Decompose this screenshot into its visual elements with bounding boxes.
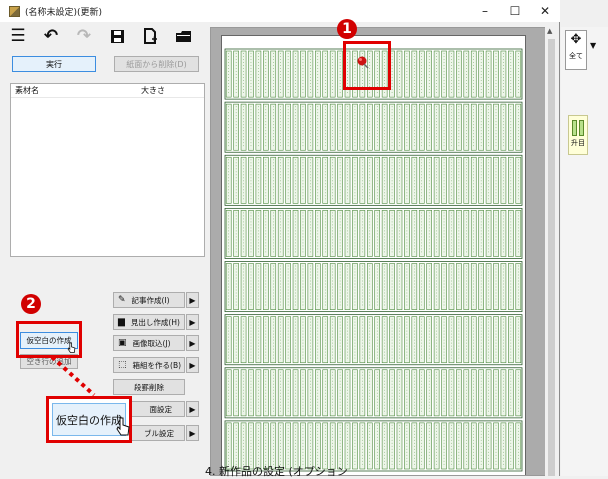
table-settings-arrow[interactable]: ▶ — [186, 425, 199, 441]
close-button[interactable]: ✕ — [530, 0, 560, 22]
scrollbar-thumb[interactable] — [548, 39, 555, 476]
window-title: (名称未設定)(更新) — [25, 7, 103, 18]
redo-icon[interactable]: ↷ — [74, 26, 94, 46]
small-cursor-icon — [67, 342, 76, 357]
select-all-button[interactable]: ✥ 全て — [565, 30, 587, 70]
toolbar: ☰ ↶ ↷ — [8, 26, 193, 46]
background-document-text: 4. 新作品の設定 (オプション — [205, 465, 348, 478]
column-icon — [569, 120, 587, 136]
manuscript-grid — [224, 48, 523, 472]
mouse-cursor-icon — [115, 417, 131, 442]
folder-icon[interactable] — [173, 26, 193, 46]
create-article-button[interactable]: ✎ 記事作成(I) — [113, 292, 185, 308]
callout-dotted-line — [50, 355, 96, 397]
create-box-arrow[interactable]: ▶ — [186, 357, 199, 373]
vertical-scrollbar[interactable]: ▲ — [545, 27, 558, 476]
pencil-icon: ✎ — [118, 295, 126, 305]
app-icon — [9, 5, 20, 17]
create-heading-label: 見出し作成(H) — [130, 317, 180, 327]
right-panel: ✥ 全て ▼ 升目 — [561, 27, 608, 476]
create-box-button[interactable]: ⬚ 箱組を作る(B) — [113, 357, 185, 373]
create-heading-button[interactable]: ▆ 見出し作成(H) — [113, 314, 185, 330]
scroll-up-icon[interactable]: ▲ — [547, 27, 552, 35]
material-list[interactable]: 素材名 大きさ — [10, 83, 205, 257]
import-image-arrow[interactable]: ▶ — [186, 335, 199, 351]
newspaper-page[interactable] — [221, 35, 526, 475]
run-button[interactable]: 実行 — [12, 56, 96, 72]
create-heading-arrow[interactable]: ▶ — [186, 314, 199, 330]
page-settings-arrow[interactable]: ▶ — [186, 401, 199, 417]
box-icon: ⬚ — [118, 360, 127, 370]
save-icon[interactable] — [107, 26, 127, 46]
column-grid-label: 升目 — [571, 139, 585, 147]
callout-badge-1: 1 — [337, 19, 357, 39]
maximize-button[interactable]: ☐ — [500, 0, 530, 22]
create-article-label: 記事作成(I) — [131, 295, 170, 305]
undo-icon[interactable]: ↶ — [41, 26, 61, 46]
page-canvas[interactable] — [210, 27, 556, 476]
select-all-label: 全て — [569, 52, 583, 60]
remove-from-page-button[interactable]: 紙面から削除(D) — [114, 56, 199, 72]
col-size[interactable]: 大きさ — [141, 85, 165, 96]
import-image-button[interactable]: ▣ 画像取込(J) — [113, 335, 185, 351]
pushpin-icon — [356, 56, 369, 69]
minimize-button[interactable]: – — [470, 0, 500, 22]
create-article-arrow[interactable]: ▶ — [186, 292, 199, 308]
col-material-name[interactable]: 素材名 — [11, 85, 141, 96]
move-icon: ✥ — [570, 32, 582, 47]
material-list-header: 素材名 大きさ — [11, 84, 204, 98]
new-page-icon[interactable] — [140, 26, 160, 46]
menu-icon[interactable]: ☰ — [8, 26, 28, 46]
create-box-label: 箱組を作る(B) — [132, 360, 182, 370]
window-controls: – ☐ ✕ — [470, 0, 560, 22]
dropdown-chevron-icon[interactable]: ▼ — [590, 41, 596, 50]
delete-column-rule-button[interactable]: 段罫削除 — [113, 379, 185, 395]
import-image-label: 画像取込(J) — [132, 338, 171, 348]
camera-icon: ▣ — [118, 338, 127, 348]
heading-icon: ▆ — [118, 317, 125, 327]
title-bar: (名称未設定)(更新) – ☐ ✕ — [0, 0, 560, 22]
column-grid-button[interactable]: 升目 — [568, 115, 588, 155]
callout-badge-2: 2 — [21, 294, 41, 314]
